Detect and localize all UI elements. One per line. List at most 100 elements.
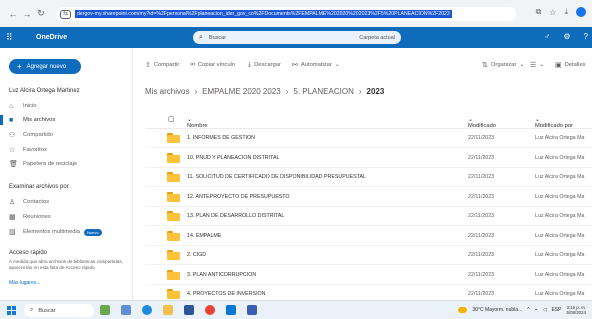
view-button[interactable]: ☰ ⌄ xyxy=(530,61,544,69)
file-type-icon: ▢ xyxy=(168,116,175,123)
file-row[interactable]: 11. SOLICITUD DE CERTIFICADO DE DISPONIB… xyxy=(145,168,592,187)
details-button[interactable]: ▣ Detalles xyxy=(555,61,586,69)
sort-icon: ⇅ xyxy=(482,62,488,69)
file-modified: 22/11/2023 xyxy=(468,291,495,297)
add-new-button[interactable]: + Agregar nuevo xyxy=(9,59,81,74)
taskbar-apps xyxy=(100,305,257,315)
sidebar-item-label: Inicio xyxy=(23,103,37,109)
forward-icon[interactable]: → xyxy=(20,7,34,21)
search-box[interactable]: ⌕ Buscar Carpeta actual xyxy=(193,31,401,44)
file-row[interactable]: 2. CIGD 22/11/2023 Luz Alcira Ortega Ma xyxy=(145,246,592,265)
sidebar-item-shared[interactable]: ⚇ Compartido xyxy=(9,130,53,140)
share-button[interactable]: ⇧ Compartir xyxy=(145,61,179,69)
language-indicator[interactable]: ESP xyxy=(551,307,561,313)
sort-button[interactable]: ⇅ Organizar ⌄ xyxy=(482,61,524,69)
folder-icon xyxy=(167,269,180,280)
file-modified-by: Luz Alcira Ortega Ma xyxy=(535,252,585,258)
download-icon[interactable]: ⤓ xyxy=(564,7,568,17)
file-row[interactable]: 13. PLAN DE DESARROLLO DISTRITAL 22/11/20… xyxy=(145,207,592,226)
sidebar-item-media[interactable]: ▨ Elementos multimedia Nuevo xyxy=(9,227,102,237)
back-icon[interactable]: ← xyxy=(6,7,20,21)
file-modified: 22/11/2023 xyxy=(468,252,495,258)
chevron-right-icon: › xyxy=(358,87,362,96)
breadcrumb-level1[interactable]: EMPALME 2020 2023 xyxy=(202,87,281,96)
breadcrumb-root[interactable]: Mis archivos xyxy=(145,87,189,96)
network-icon[interactable]: ⌁ xyxy=(535,307,538,313)
file-name[interactable]: 10. PNUD Y PLANEACION DISTRITAL xyxy=(187,155,279,161)
store-icon[interactable] xyxy=(184,305,194,315)
sidebar-item-home[interactable]: ⌂ Inicio xyxy=(9,101,37,111)
file-name[interactable]: 4. PROYECTOS DE INVERSION xyxy=(187,291,266,297)
sort-label: Organizar xyxy=(490,62,517,68)
file-row[interactable]: 1. INFORMES DE GESTION 22/11/2023 Luz Alci… xyxy=(145,129,592,148)
chevron-down-icon: ⌄ xyxy=(539,62,545,68)
edge-icon[interactable] xyxy=(142,305,152,315)
file-row[interactable]: 3. PLAN ANTICORRUPCION 22/11/2023 Luz Alci… xyxy=(145,266,592,285)
site-info-icon[interactable]: ⇆ xyxy=(60,9,72,19)
column-modified[interactable]: Modificado ⌄ xyxy=(468,117,496,129)
weather-text[interactable]: 30°C Mayorm. nubla... xyxy=(472,307,522,313)
app-title[interactable]: OneDrive xyxy=(36,34,67,41)
taskbar-search-label: Buscar xyxy=(38,307,56,314)
file-row[interactable]: 14. EMPALME 22/11/2023 Luz Alcira Ortega M… xyxy=(145,227,592,246)
trash-icon: 🗑 xyxy=(9,161,18,168)
file-name[interactable]: 12. ANTEPROYECTO DE PRESUPUESTO xyxy=(187,194,290,200)
more-places-link[interactable]: Más lugares... xyxy=(9,280,40,286)
automate-label: Automatizar xyxy=(300,62,332,68)
file-row[interactable]: 10. PNUD Y PLANEACION DISTRITAL 22/11/202… xyxy=(145,149,592,168)
file-name[interactable]: 3. PLAN ANTICORRUPCION xyxy=(187,272,256,278)
column-modified-by[interactable]: Modificado por ⌄ xyxy=(535,117,573,129)
file-name[interactable]: 2. CIGD xyxy=(187,252,206,258)
widgets-icon[interactable] xyxy=(100,305,110,315)
translate-icon[interactable]: ⧉ xyxy=(536,7,542,17)
search-icon: ⌕ xyxy=(30,307,34,313)
search-placeholder[interactable]: Buscar xyxy=(209,35,359,41)
sidebar-item-my-files[interactable]: ■ Mis archivos xyxy=(9,115,55,125)
taskbar: ⌕ Buscar 30°C Mayorm. nubla... ^ ⌁ ◁ ESP… xyxy=(0,300,592,319)
file-name[interactable]: 11. SOLICITUD DE CERTIFICADO DE DISPONIB… xyxy=(187,174,366,180)
premium-icon[interactable]: ♂ xyxy=(544,32,550,41)
clock-date: 5/08/2024 xyxy=(566,310,586,315)
column-name[interactable]: Nombre ⌄ xyxy=(187,117,208,129)
teams-icon[interactable] xyxy=(247,305,257,315)
clock[interactable]: 3:16 p. m. 5/08/2024 xyxy=(566,305,586,315)
profile-avatar[interactable] xyxy=(576,7,586,17)
app-launcher-icon[interactable]: ⠿ xyxy=(6,32,20,43)
file-modified: 22/11/2023 xyxy=(468,193,495,200)
settings-gear-icon[interactable]: ⚙ xyxy=(563,32,570,41)
copy-link-button[interactable]: ∞ Copiar vínculo xyxy=(190,61,235,68)
file-modified: 22/11/2023 xyxy=(468,174,495,180)
breadcrumb-level2[interactable]: 5. PLANEACION xyxy=(293,87,353,96)
file-row[interactable]: 12. ANTEPROYECTO DE PRESUPUESTO 22/11/202… xyxy=(145,188,592,207)
people-icon: ⚇ xyxy=(9,132,16,139)
file-explorer-icon[interactable] xyxy=(163,305,173,315)
file-name[interactable]: 1. INFORMES DE GESTION xyxy=(187,135,255,141)
volume-icon[interactable]: ◁ xyxy=(543,307,547,313)
bookmark-star-icon[interactable]: ☆ xyxy=(549,8,556,17)
automate-button[interactable]: ⚯ Automatizar ⌄ xyxy=(292,61,340,69)
chrome-icon[interactable] xyxy=(205,305,215,315)
quick-access-text: A medida que abra archivos de biblioteca… xyxy=(9,259,123,270)
task-view-icon[interactable] xyxy=(121,305,131,315)
sidebar-item-recycle-bin[interactable]: 🗑 Papelera de reciclaje xyxy=(9,159,77,169)
sidebar-item-meetings[interactable]: ▦ Reuniones xyxy=(9,212,51,222)
download-button[interactable]: ⤓ Descargar xyxy=(248,61,281,69)
search-scope-dropdown[interactable]: Carpeta actual xyxy=(359,35,395,41)
reload-icon[interactable]: ↻ xyxy=(34,7,48,21)
windows-start-icon[interactable] xyxy=(7,306,16,315)
file-modified: 22/11/2023 xyxy=(468,135,495,141)
taskbar-search[interactable]: ⌕ Buscar xyxy=(24,304,94,317)
sidebar-item-contacts[interactable]: ♙ Contactos xyxy=(9,197,49,207)
chevron-down-icon: ⌄ xyxy=(519,62,525,68)
url-text[interactable]: dergov-my.sharepoint.com/my?id=%2Fperson… xyxy=(75,10,452,18)
address-bar[interactable]: ⇆ dergov-my.sharepoint.com/my?id=%2Fpers… xyxy=(56,7,516,21)
outlook-icon[interactable] xyxy=(226,305,236,315)
file-modified: 22/11/2023 xyxy=(468,213,495,219)
sidebar-item-favorites[interactable]: ☆ Favoritos xyxy=(9,145,47,155)
file-name[interactable]: 14. EMPALME xyxy=(187,233,221,239)
tray-expand-icon[interactable]: ^ xyxy=(527,307,529,313)
chevron-down-icon: ⌄ xyxy=(334,62,340,68)
help-icon[interactable]: ? xyxy=(584,32,588,41)
share-label: Compartir xyxy=(153,62,180,68)
file-name[interactable]: 13. PLAN DE DESARROLLO DISTRITAL xyxy=(187,213,284,219)
